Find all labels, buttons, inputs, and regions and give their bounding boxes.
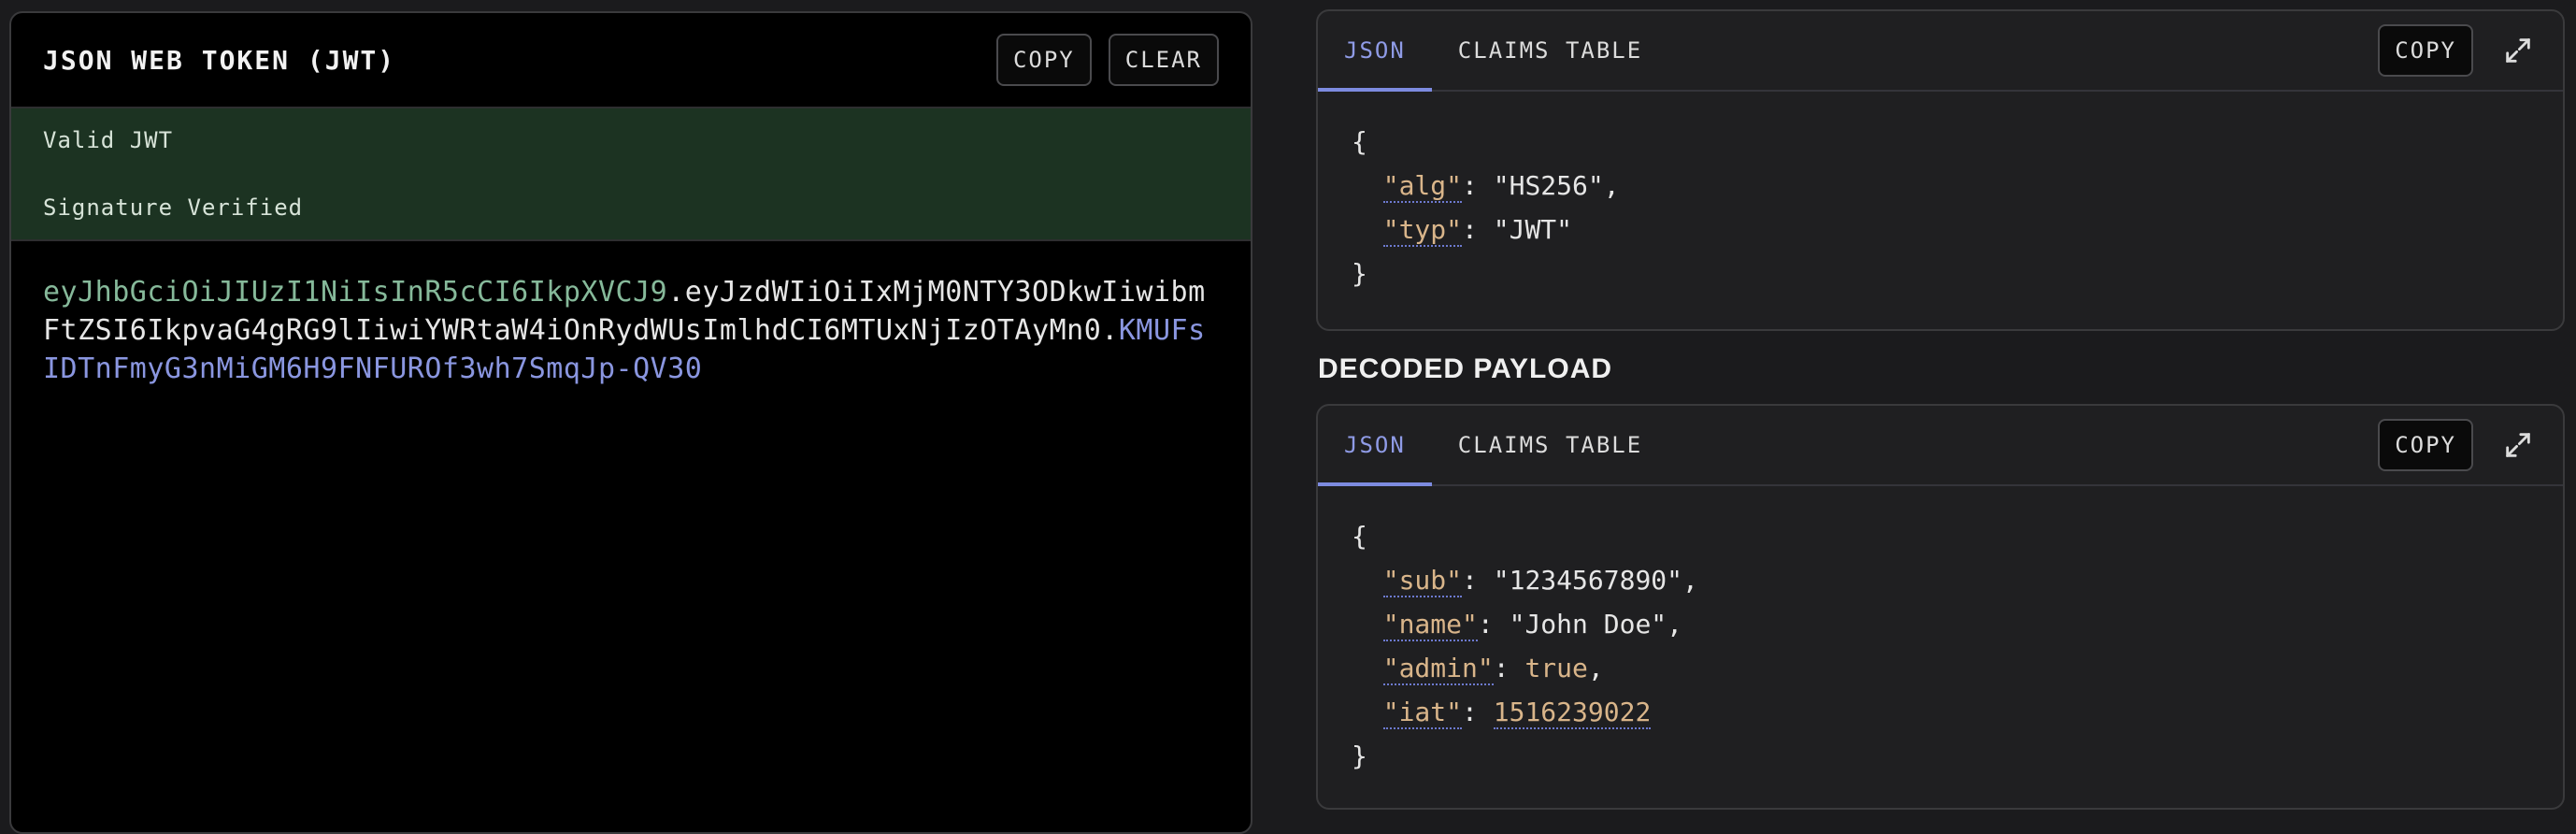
decoded-header-card: JSON CLAIMS TABLE COPY { "alg": "HS256",	[1316, 9, 2565, 331]
clear-button[interactable]: CLEAR	[1108, 34, 1219, 86]
json-key: "alg"	[1382, 170, 1463, 203]
tab-json[interactable]: JSON	[1318, 406, 1432, 486]
status-valid: Valid JWT	[43, 127, 174, 153]
payload-json: { "sub": "1234567890", "name": "John Doe…	[1318, 486, 2563, 806]
json-value: true	[1524, 653, 1588, 683]
json-key: "admin"	[1382, 653, 1494, 685]
json-brace-close: }	[1352, 741, 1367, 771]
view-tabs: JSON CLAIMS TABLE	[1318, 11, 1668, 92]
json-field: "iat": 1516239022	[1382, 697, 1652, 729]
card-actions: COPY	[2378, 419, 2539, 471]
token-dot: .	[1101, 314, 1119, 347]
decoded-payload-card: JSON CLAIMS TABLE COPY { "sub": "1234567…	[1316, 404, 2565, 810]
token-input[interactable]: eyJhbGciOiJIUzI1NiIsInR5cCI6IkpXVCJ9.eyJ…	[11, 241, 1251, 420]
json-field: "alg": "HS256",	[1382, 170, 1620, 203]
encoded-header: JSON WEB TOKEN (JWT) COPY CLEAR	[11, 13, 1251, 108]
tab-claims-table[interactable]: CLAIMS TABLE	[1432, 11, 1668, 90]
card-actions: COPY	[2378, 24, 2539, 77]
decoded-column: JSON CLAIMS TABLE COPY { "alg": "HS256",	[1316, 9, 2565, 810]
copy-button[interactable]: COPY	[995, 34, 1092, 86]
panel-title: JSON WEB TOKEN (JWT)	[43, 44, 396, 76]
tab-claims-table[interactable]: CLAIMS TABLE	[1432, 406, 1668, 484]
json-value: "JWT"	[1493, 214, 1573, 245]
view-tabs: JSON CLAIMS TABLE	[1318, 406, 1668, 486]
json-field: "sub": "1234567890",	[1382, 565, 1698, 597]
json-key: "name"	[1382, 609, 1478, 641]
token-dot: .	[667, 276, 685, 309]
expand-icon[interactable]	[2497, 424, 2539, 466]
json-key: "sub"	[1382, 565, 1463, 597]
json-comma: ,	[1587, 653, 1604, 683]
json-value: "John Doe",	[1509, 609, 1683, 640]
encoded-jwt-panel: JSON WEB TOKEN (JWT) COPY CLEAR Valid JW…	[9, 11, 1252, 834]
json-key: "iat"	[1382, 697, 1463, 729]
decoded-payload-label: DECODED PAYLOAD	[1318, 353, 1613, 384]
json-field: "typ": "JWT"	[1382, 214, 1573, 247]
json-value: "HS256",	[1493, 170, 1620, 201]
encoded-actions: COPY CLEAR	[995, 34, 1219, 86]
status-signature: Signature Verified	[43, 194, 304, 221]
json-key: "typ"	[1382, 214, 1463, 247]
token-header-part: eyJhbGciOiJIUzI1NiIsInR5cCI6IkpXVCJ9	[43, 276, 668, 309]
json-value: 1516239022	[1493, 697, 1652, 729]
card-toolbar: JSON CLAIMS TABLE COPY	[1318, 11, 2563, 92]
json-field: "name": "John Doe",	[1382, 609, 1683, 641]
json-field: "admin": true,	[1382, 653, 1604, 685]
json-brace-open: {	[1352, 521, 1367, 552]
copy-button[interactable]: COPY	[2378, 419, 2473, 471]
expand-icon[interactable]	[2497, 30, 2539, 71]
header-json: { "alg": "HS256", "typ": "JWT" }	[1318, 92, 2563, 324]
json-value: "1234567890",	[1493, 565, 1698, 596]
json-brace-close: }	[1352, 258, 1367, 289]
json-brace-open: {	[1352, 126, 1367, 157]
validation-status: Valid JWT Signature Verified	[11, 108, 1251, 241]
tab-json[interactable]: JSON	[1318, 11, 1432, 92]
card-toolbar: JSON CLAIMS TABLE COPY	[1318, 406, 2563, 486]
copy-button[interactable]: COPY	[2378, 24, 2473, 77]
